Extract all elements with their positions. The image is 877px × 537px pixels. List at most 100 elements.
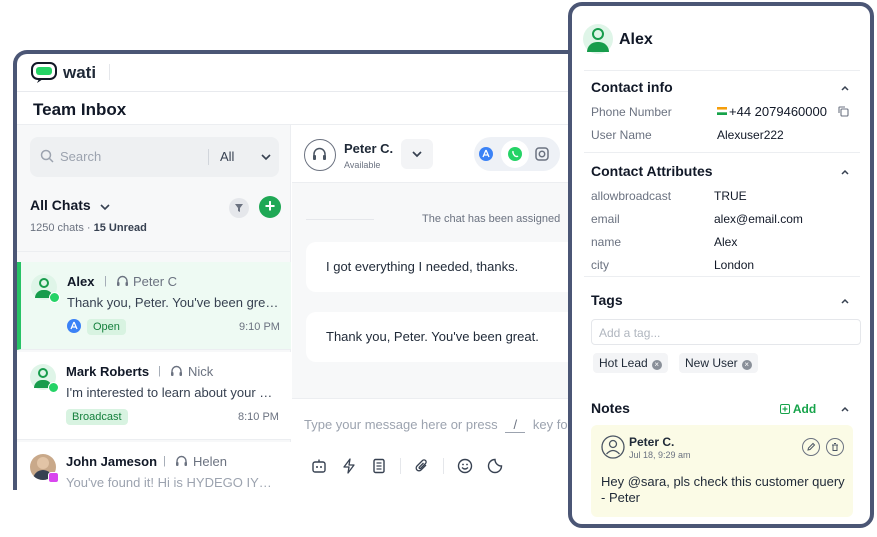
chat-count: 1250 chats · 15 Unread: [30, 222, 147, 234]
chat-list-item[interactable]: Alex | Peter C Thank you, Peter. You've …: [17, 262, 291, 350]
divider: [584, 152, 860, 153]
chevron-down-icon[interactable]: [99, 201, 111, 213]
tags-header[interactable]: Tags: [591, 292, 623, 308]
chat-list-panel: Search All All Chats 1250 chats · 15 Unr…: [17, 125, 291, 490]
placeholder-text: Type your message here or press: [304, 417, 498, 432]
divider: [443, 458, 444, 474]
agent-avatar: [304, 139, 336, 171]
placeholder-text: key fo: [532, 417, 568, 432]
whatsapp-icon: [49, 292, 60, 303]
note-author: Peter C.: [629, 435, 675, 449]
bot-button[interactable]: [304, 455, 334, 477]
composer-placeholder[interactable]: Type your message here or press / key fo: [304, 417, 568, 433]
channel-switcher: [474, 137, 560, 171]
divider: [109, 64, 110, 80]
sticker-button[interactable]: [480, 455, 510, 477]
chevron-up-icon[interactable]: [840, 83, 850, 93]
last-message: Thank you, Peter. You've been great.: [67, 295, 279, 310]
message-text: Thank you, Peter. You've been great.: [326, 329, 539, 344]
status-badge: Broadcast: [66, 409, 128, 425]
chat-bubble-logo-icon: [31, 62, 57, 83]
separator: |: [163, 455, 166, 467]
tag-chip: Hot Lead ×: [593, 353, 668, 373]
remove-tag-icon[interactable]: ×: [651, 360, 662, 370]
logo-text: wati: [63, 63, 97, 82]
chevron-down-icon[interactable]: [260, 151, 272, 163]
attribute-key: allowbroadcast: [591, 189, 672, 203]
agent-dropdown-button[interactable]: [401, 139, 433, 169]
contact-name: Mark Roberts: [66, 364, 150, 379]
instagram-icon[interactable]: [535, 147, 549, 161]
chevron-up-icon[interactable]: [840, 296, 850, 306]
attribute-value: Alex: [714, 235, 738, 249]
message-text: I got everything I needed, thanks.: [326, 259, 519, 274]
instagram-icon: [48, 472, 59, 483]
tag-chip: New User ×: [679, 353, 758, 373]
chevron-up-icon[interactable]: [840, 167, 850, 177]
divider: [400, 458, 401, 474]
document-icon: [373, 458, 385, 474]
wati-logo[interactable]: wati: [31, 62, 96, 84]
notes-header[interactable]: Notes: [591, 400, 630, 416]
chevron-down-icon: [412, 151, 422, 158]
emoji-button[interactable]: [450, 455, 480, 477]
attach-button[interactable]: [407, 455, 437, 477]
user-avatar-icon: [601, 435, 625, 459]
pencil-icon: [807, 442, 816, 451]
template-button[interactable]: [364, 455, 394, 477]
contact-name: Alex: [67, 274, 95, 289]
team-inbox-window: wati Team Inbox Search All All Chats 125…: [13, 50, 623, 490]
contact-avatar: [583, 24, 613, 54]
divider: [17, 251, 290, 252]
separator: |: [104, 275, 107, 287]
timestamp: 8:10 PM: [238, 411, 279, 423]
add-tag-input[interactable]: Add a tag...: [591, 319, 861, 345]
divider: [208, 149, 209, 165]
headset-icon: [313, 147, 326, 160]
assigned-agent: Nick: [188, 364, 214, 379]
add-note-label: Add: [792, 402, 817, 416]
chevron-up-icon[interactable]: [840, 404, 850, 414]
whatsapp-icon: [508, 147, 522, 161]
whatsapp-icon: [48, 382, 59, 393]
chat-list-item[interactable]: Mark Roberts | Nick I'm interested to le…: [17, 352, 291, 440]
assigned-agent: Peter C: [133, 274, 178, 289]
note-text: Hey @sara, pls check this customer query…: [601, 474, 845, 505]
quick-reply-button[interactable]: [334, 455, 364, 477]
agent-name: Peter C.: [344, 141, 394, 156]
remove-tag-icon[interactable]: ×: [741, 360, 752, 370]
edit-note-button[interactable]: [802, 438, 820, 456]
agent-status: Available: [344, 160, 381, 170]
delete-note-button[interactable]: [826, 438, 844, 456]
sticker-icon: [487, 458, 503, 474]
page-title: Team Inbox: [33, 100, 127, 119]
filter-dropdown[interactable]: All: [220, 149, 234, 164]
username-value: Alexuser222: [717, 128, 784, 142]
all-chats-dropdown[interactable]: All Chats: [30, 197, 91, 213]
tag-label: Hot Lead: [599, 356, 648, 370]
assignee-avatar-icon[interactable]: [479, 147, 493, 161]
search-input[interactable]: Search All: [30, 137, 279, 177]
funnel-icon: [235, 204, 243, 212]
emoji-icon: [457, 458, 473, 474]
new-chat-button[interactable]: +: [259, 196, 281, 218]
contact-attributes-header[interactable]: Contact Attributes: [591, 163, 713, 179]
headset-icon: [171, 365, 182, 376]
filter-button[interactable]: [229, 198, 249, 218]
chat-list-item[interactable]: John Jameson | Helen You've found it! Hi…: [17, 442, 291, 490]
copy-icon[interactable]: [838, 106, 849, 117]
last-message: You've found it! Hi is HYDEGO IYOHO: [66, 475, 278, 490]
divider: [584, 276, 860, 277]
attribute-value: alex@email.com: [714, 212, 803, 226]
plus-icon: [780, 404, 790, 414]
phone-value: +44 2079460000: [729, 104, 827, 119]
composer-toolbar: [304, 455, 510, 477]
divider: [584, 70, 860, 71]
add-note-button[interactable]: Add: [780, 402, 816, 416]
system-message: The chat has been assigned: [422, 213, 561, 225]
tag-label: New User: [685, 356, 738, 370]
contact-info-header[interactable]: Contact info: [591, 79, 673, 95]
assigned-agent: Helen: [193, 454, 227, 469]
headset-icon: [117, 275, 128, 286]
whatsapp-channel-button[interactable]: [501, 140, 529, 168]
